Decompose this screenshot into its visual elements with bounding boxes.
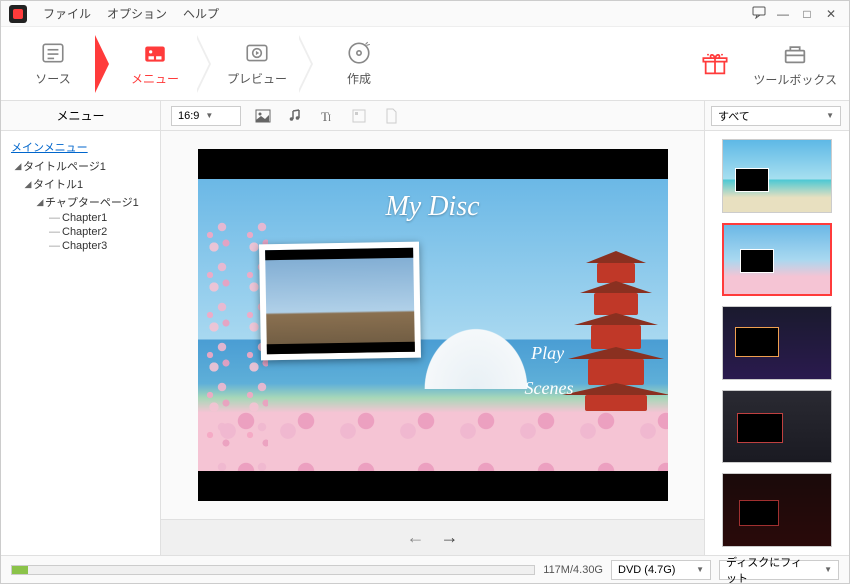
tree-panel: メインメニュー ◢タイトルページ1 ◢タイトル1 ◢チャプターページ1 —Cha… — [1, 131, 161, 555]
tab-source[interactable]: ソース — [13, 27, 93, 101]
next-page-button[interactable]: → — [441, 527, 459, 548]
menu-preview[interactable]: My Disc Play Scenes — [198, 149, 668, 501]
menu-option[interactable]: オプション — [99, 5, 175, 22]
tab-menu-label: メニュー — [131, 70, 179, 87]
template-thumb[interactable] — [722, 306, 832, 380]
main-toolbar: ソース メニュー プレビュー 作成 ツールボックス — [1, 27, 849, 101]
tree-title-page[interactable]: ◢タイトルページ1 — [5, 157, 156, 175]
tab-source-label: ソース — [35, 70, 70, 87]
disc-play-button[interactable]: Play — [531, 343, 564, 364]
toolbox-label: ツールボックス — [753, 71, 837, 88]
tab-create[interactable]: 作成 — [319, 27, 399, 101]
toolbox-button[interactable]: ツールボックス — [753, 39, 837, 88]
disc-scenes-button[interactable]: Scenes — [525, 378, 574, 399]
step-sep-icon — [93, 27, 115, 101]
preview-stage: My Disc Play Scenes — [161, 131, 704, 519]
template-filter-select[interactable]: すべて▼ — [711, 106, 841, 126]
disc-usage-text: 117M/4.30G — [543, 564, 603, 576]
gift-button[interactable] — [701, 50, 729, 78]
sec-left-label: メニュー — [1, 101, 161, 130]
template-panel[interactable] — [704, 131, 849, 555]
image-icon[interactable] — [253, 106, 273, 126]
text-icon[interactable]: TI — [317, 106, 337, 126]
menu-help[interactable]: ヘルプ — [175, 5, 227, 22]
tree-chapter[interactable]: —Chapter3 — [5, 239, 156, 253]
template-thumb[interactable] — [722, 223, 832, 297]
menu-file[interactable]: ファイル — [35, 5, 99, 22]
fit-select[interactable]: ディスクにフィット▼ — [719, 560, 839, 580]
template-icon — [349, 106, 369, 126]
music-icon[interactable] — [285, 106, 305, 126]
feedback-icon[interactable] — [749, 5, 769, 22]
titlebar: ファイル オプション ヘルプ — □ ✕ — [1, 1, 849, 27]
disc-type-select[interactable]: DVD (4.7G)▼ — [611, 560, 711, 580]
template-thumb[interactable] — [722, 139, 832, 213]
step-sep-icon — [297, 27, 319, 101]
app-icon — [9, 5, 27, 23]
tab-preview-label: プレビュー — [227, 70, 287, 87]
secondary-bar: メニュー 16:9▼ TI すべて▼ — [1, 101, 849, 131]
tab-preview[interactable]: プレビュー — [217, 27, 297, 101]
aspect-ratio-select[interactable]: 16:9▼ — [171, 106, 241, 126]
tab-menu[interactable]: メニュー — [115, 27, 195, 101]
svg-text:I: I — [328, 113, 331, 123]
tree-title[interactable]: ◢タイトル1 — [5, 175, 156, 193]
main-area: メインメニュー ◢タイトルページ1 ◢タイトル1 ◢チャプターページ1 —Cha… — [1, 131, 849, 555]
page-nav: ← → — [161, 519, 704, 555]
center-panel: My Disc Play Scenes ← → — [161, 131, 704, 555]
close-button[interactable]: ✕ — [821, 7, 841, 21]
tree-main-menu[interactable]: メインメニュー — [5, 137, 156, 157]
prev-page-button[interactable]: ← — [407, 527, 425, 548]
step-sep-icon — [195, 27, 217, 101]
tree-chapter[interactable]: —Chapter1 — [5, 211, 156, 225]
tab-create-label: 作成 — [347, 70, 371, 87]
document-icon — [381, 106, 401, 126]
disc-usage-bar — [11, 565, 535, 575]
statusbar: 117M/4.30G DVD (4.7G)▼ ディスクにフィット▼ — [1, 555, 849, 583]
disc-title[interactable]: My Disc — [385, 191, 479, 223]
tree-chapter[interactable]: —Chapter2 — [5, 225, 156, 239]
template-thumb[interactable] — [722, 390, 832, 464]
maximize-button[interactable]: □ — [797, 7, 817, 21]
template-thumb[interactable] — [722, 473, 832, 547]
minimize-button[interactable]: — — [773, 7, 793, 21]
tree-chapter-page[interactable]: ◢チャプターページ1 — [5, 193, 156, 211]
video-thumbnail[interactable] — [258, 242, 420, 361]
